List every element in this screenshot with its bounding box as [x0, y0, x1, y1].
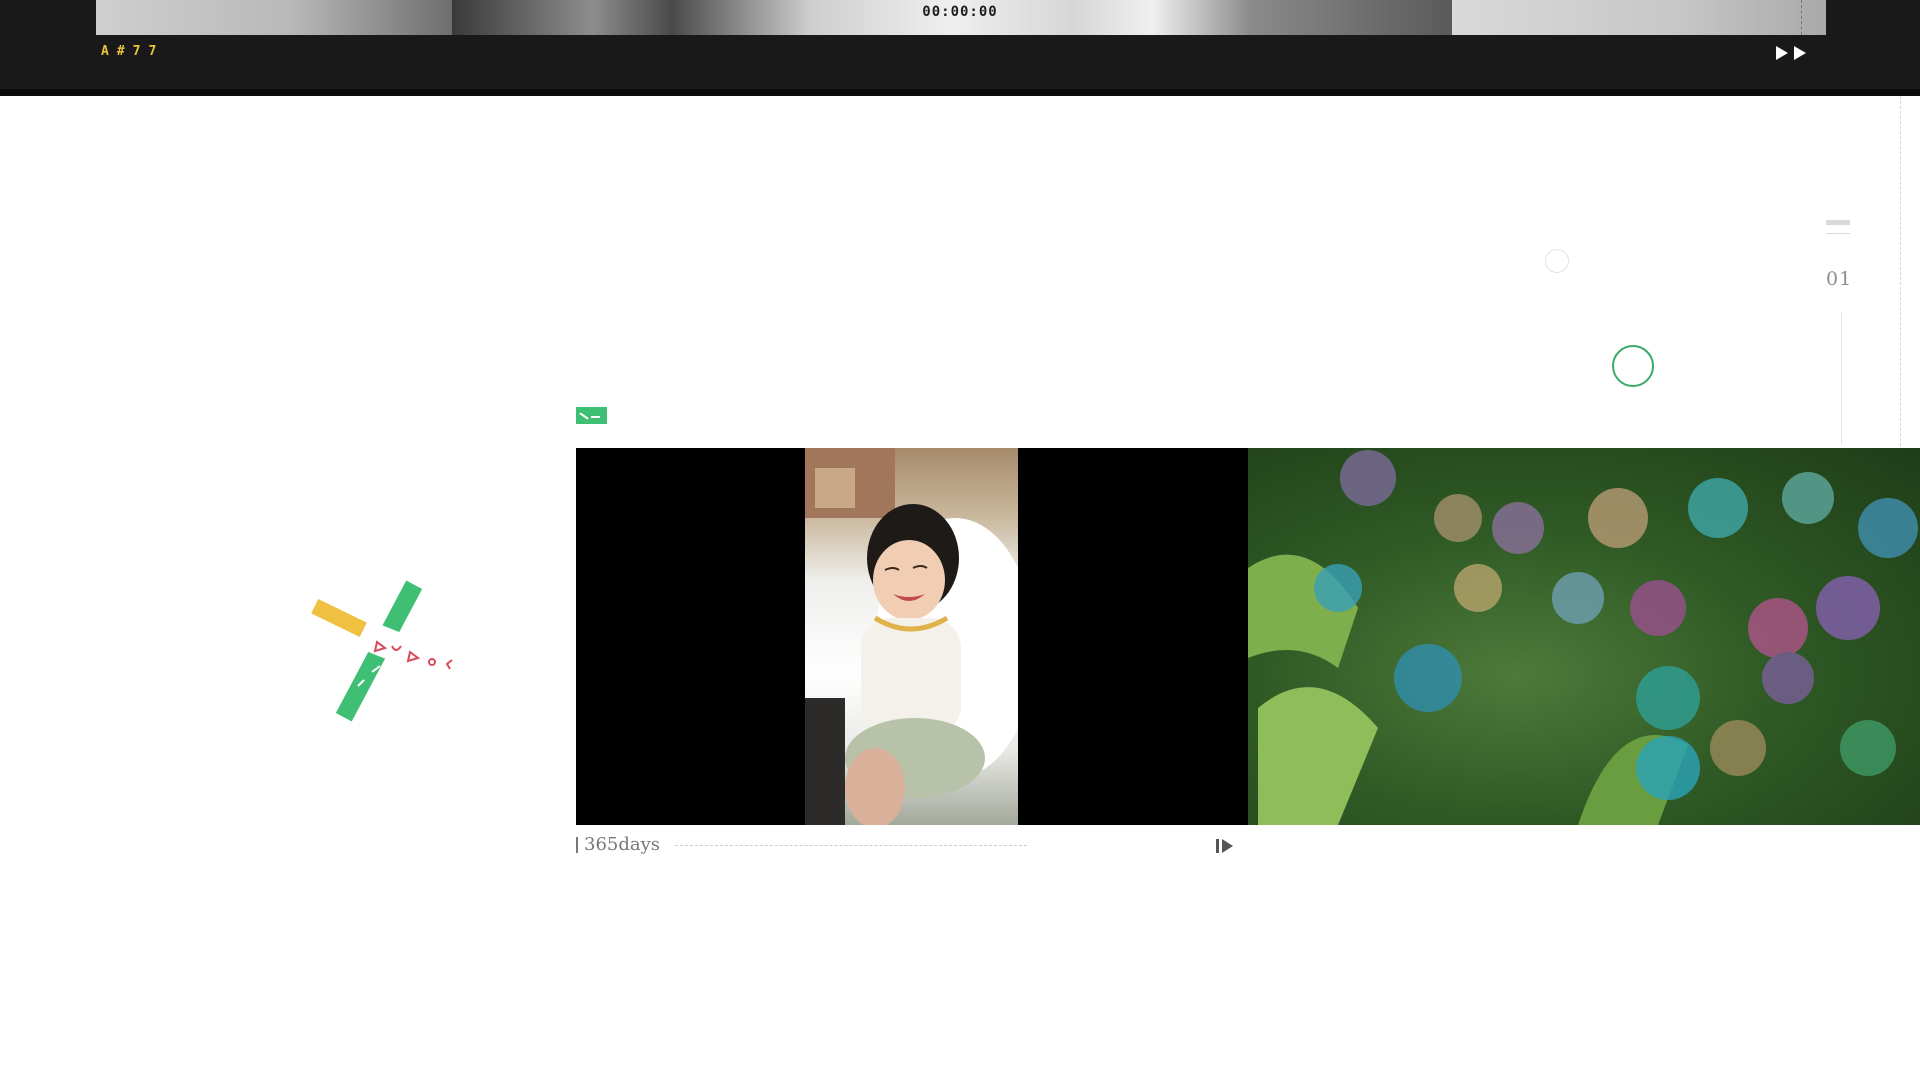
slide-number: 01 [1826, 268, 1853, 290]
bubbles-illustration [1248, 450, 1918, 825]
brand-logo-icon [311, 580, 459, 722]
slide-mark [1826, 233, 1850, 234]
video-player[interactable] [576, 448, 1248, 825]
fast-forward-icon [1776, 46, 1788, 60]
slide-mark-active [1826, 220, 1850, 225]
film-strip-edge [0, 89, 1920, 96]
film-frame-1 [96, 0, 452, 35]
play-icon [1222, 838, 1233, 853]
slide-indicator-marks [1826, 220, 1850, 234]
baby-video-frame [805, 448, 1018, 825]
caption-text: 365days [584, 834, 661, 855]
bubbles-video-frame [1248, 448, 1920, 825]
green-tag-icon [576, 407, 607, 424]
film-strip-bar: 00:00:00 A#77 [0, 0, 1920, 96]
frame-code: A#77 [101, 44, 165, 59]
slide-progress-line [1841, 312, 1842, 444]
caption-bar-mark [576, 836, 578, 853]
play-button[interactable] [1216, 837, 1242, 854]
baby-illustration [805, 448, 1018, 825]
decorative-circle-green [1612, 345, 1654, 387]
caption-dashed-line [675, 845, 1027, 846]
fast-forward-icon-2 [1794, 46, 1806, 60]
fast-forward-button[interactable] [1776, 44, 1816, 62]
play-bar-icon [1216, 838, 1219, 853]
timecode: 00:00:00 [922, 4, 998, 20]
video-caption: 365days [576, 834, 660, 855]
dashed-divider [1900, 96, 1901, 446]
decorative-circle-small [1545, 249, 1569, 273]
film-frame-3 [1452, 0, 1826, 35]
frame-dash-line [1801, 0, 1802, 35]
